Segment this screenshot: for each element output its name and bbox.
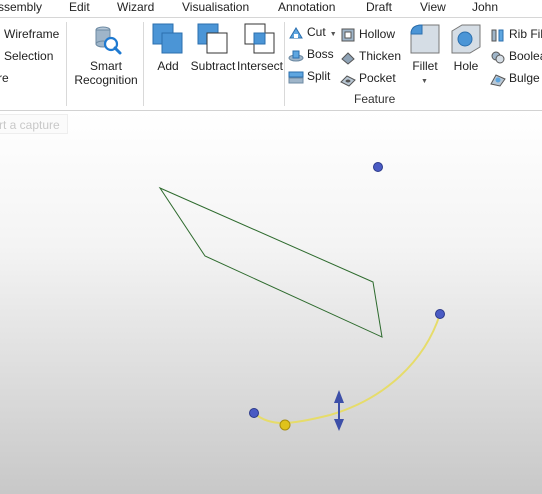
selection-button[interactable]: Selection [4,46,53,66]
curve-handle[interactable] [279,419,291,431]
ribbon-left-item-3-label: re [0,71,9,85]
rib-fillet-button[interactable]: Rib Fil [490,24,542,44]
hole-label: Hole [453,59,479,73]
3d-viewport[interactable]: rt a capture [0,111,542,494]
pocket-icon [340,75,356,87]
rib-icon [491,29,504,42]
boss-label: Boss [307,47,334,61]
fillet-label: Fillet [412,59,438,73]
cut-icon [289,26,303,39]
boolean-icon [491,51,505,64]
menu-assembly[interactable]: ssembly [0,0,42,17]
hollow-icon [341,28,355,42]
wireframe-label: Wireframe [4,27,60,41]
boss-button[interactable]: Boss [288,44,334,64]
bulge-button[interactable]: Bulge [490,68,540,88]
hole-button[interactable]: Hole [448,22,484,73]
split-button[interactable]: Split [288,66,330,86]
subtract-label: Subtract [190,59,236,73]
smart-recognition-button[interactable]: Smart Recognition [72,22,140,87]
control-point[interactable] [249,408,259,418]
menu-annotation[interactable]: Annotation [278,0,335,17]
menu-user-john[interactable]: John [472,0,498,17]
split-icon [288,71,304,84]
cut-dropdown-icon[interactable]: ▼ [330,31,337,38]
ribbon-separator [284,22,285,106]
add-button[interactable]: Add [150,22,186,73]
smart-recognition-icon [95,26,122,55]
pocket-label: Pocket [359,71,396,85]
smart-recognition-label-2: Recognition [74,73,138,87]
boolean-label: Boolea [509,49,542,63]
hole-icon [451,24,481,54]
fillet-button[interactable]: Fillet [405,22,445,73]
ribbon-separator [66,22,67,106]
wireframe-button[interactable]: Wireframe [4,24,59,44]
menu-wizard[interactable]: Wizard [117,0,154,17]
boolean-button[interactable]: Boolea [490,46,542,66]
menu-edit[interactable]: Edit [69,0,90,17]
boolean-subtract-icon [197,23,228,54]
menu-visualisation[interactable]: Visualisation [182,0,249,17]
add-label: Add [157,59,179,73]
selection-label: Selection [4,49,54,63]
subtract-button[interactable]: Subtract [190,22,236,73]
hollow-button[interactable]: Hollow [340,24,395,44]
scene-canvas [158,162,445,431]
thicken-icon [341,52,355,65]
cut-button[interactable]: Cut ▼ [288,22,337,42]
intersect-button[interactable]: Intersect [237,22,283,73]
feature-group-label: Feature [354,92,396,106]
fillet-icon [410,24,440,54]
thicken-button[interactable]: Thicken [340,46,401,66]
menu-draft[interactable]: Draft [366,0,392,17]
cut-label: Cut [307,25,326,39]
ribbon-separator [143,22,144,106]
rib-fillet-label: Rib Fil [509,27,542,41]
menu-view[interactable]: View [420,0,446,17]
fillet-dropdown-icon[interactable]: ▼ [421,78,428,85]
bulge-icon [490,74,506,87]
pocket-button[interactable]: Pocket [340,68,396,88]
ribbon-left-item-3[interactable]: re [0,68,9,88]
boolean-intersect-icon [244,23,275,54]
thicken-label: Thicken [359,49,402,63]
smart-recognition-label-1: Smart [89,59,122,73]
spline-curve[interactable] [253,313,441,424]
boolean-add-icon [152,23,183,54]
ribbon-toolbar: Wireframe Selection re Smart Recognition… [0,18,542,111]
hollow-label: Hollow [359,27,396,41]
bulge-label: Bulge [509,71,540,85]
intersect-label: Intersect [237,59,284,73]
split-label: Split [307,69,331,83]
control-point[interactable] [373,162,383,172]
menu-bar: ssembly Edit Wizard Visualisation Annota… [0,0,542,18]
boss-icon [288,50,304,62]
sketch-polygon[interactable] [158,186,383,338]
control-point[interactable] [435,309,445,319]
